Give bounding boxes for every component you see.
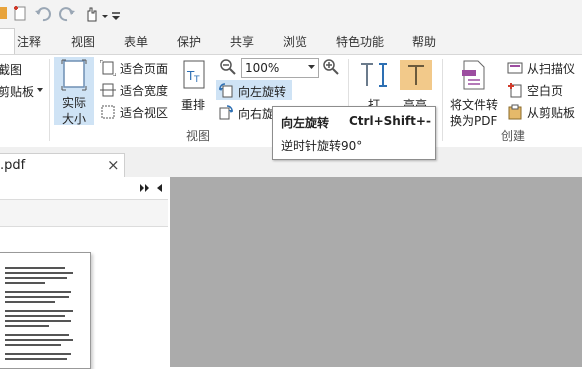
document-view[interactable]: [170, 177, 582, 367]
tab-share[interactable]: 共享: [230, 33, 254, 50]
undo-icon[interactable]: [34, 5, 52, 23]
redo-icon[interactable]: [58, 5, 76, 23]
group-separator: [442, 59, 443, 141]
thumbnail-text-line: [5, 358, 67, 360]
rotate-left-label: 向左旋转: [238, 85, 287, 99]
fit-page-label: 适合页面: [120, 62, 169, 76]
thumbnail-text-line: [5, 334, 69, 336]
thumbnail-text-line: [5, 291, 71, 293]
fit-width-button[interactable]: 适合宽度: [100, 81, 172, 99]
tab-features[interactable]: 特色功能: [336, 33, 384, 50]
view-group-label: 视图: [186, 129, 211, 143]
from-clipboard-label: 从剪贴板: [527, 106, 576, 120]
reflow-icon: T T: [183, 60, 205, 89]
thumbnail-text-line: [5, 315, 65, 317]
create-group-label: 创建: [501, 129, 526, 143]
thumbnail-text-line: [5, 339, 73, 341]
close-icon[interactable]: ×: [107, 156, 120, 174]
thumbnail-text-line: [5, 344, 61, 346]
group-separator: [49, 59, 50, 141]
chevron-down-icon: [308, 65, 315, 69]
ribbon-tab-bar: 注释 视图 表单 保护 共享 浏览 特色功能 帮助: [0, 28, 582, 55]
zoom-out-icon[interactable]: [219, 58, 237, 76]
thumbnail-text-line: [5, 320, 71, 322]
thumbnail-text-line: [5, 301, 55, 303]
fit-visible-button[interactable]: 适合视区: [100, 103, 172, 121]
zoom-value: 100%: [245, 61, 280, 75]
tooltip-shortcut: Ctrl+Shift+-: [349, 114, 431, 128]
from-scanner-label: 从扫描仪: [527, 62, 576, 76]
navigation-pane: [0, 177, 171, 369]
text-t-icon: [408, 65, 424, 85]
new-document-icon[interactable]: [12, 5, 28, 23]
blank-page-label: 空白页: [527, 84, 564, 98]
tooltip-description: 逆时针旋转90°: [281, 139, 363, 153]
thumbnail-text-line: [5, 325, 49, 327]
open-file-icon[interactable]: [0, 5, 10, 23]
collapse-pane-icon[interactable]: [154, 182, 164, 194]
from-scanner-button[interactable]: 从扫描仪: [507, 59, 581, 77]
tab-help[interactable]: 帮助: [412, 33, 436, 50]
reflow-label: 重排: [181, 98, 206, 112]
scanner-icon: [507, 62, 523, 74]
clipboard-dropdown-icon[interactable]: [37, 87, 43, 93]
tab-form[interactable]: 表单: [124, 33, 148, 50]
reflow-button[interactable]: T T 重排: [177, 57, 211, 123]
tab-browse[interactable]: 浏览: [283, 33, 307, 50]
tab-file-partial[interactable]: [0, 28, 15, 55]
zoom-select[interactable]: 100%: [241, 58, 319, 78]
highlight-icon: [400, 60, 432, 90]
svg-text:T: T: [193, 75, 200, 85]
thumbnail-text-line: [5, 277, 67, 279]
convert-to-pdf-label-2: 换为PDF: [450, 114, 498, 128]
actual-size-label-1: 实际: [62, 96, 87, 110]
clipboard-button[interactable]: 剪贴板: [0, 83, 34, 100]
fit-width-label: 适合宽度: [120, 84, 169, 98]
convert-to-pdf-button[interactable]: 将文件转 换为PDF: [448, 57, 500, 128]
hand-tool-dropdown-icon[interactable]: [101, 5, 109, 23]
quick-access-toolbar: [0, 0, 582, 28]
blank-page-icon: [508, 83, 522, 98]
document-tab-filename: .pdf: [0, 158, 26, 173]
tooltip-title: 向左旋转: [281, 116, 330, 130]
zoom-in-icon[interactable]: [322, 58, 340, 76]
actual-size-label-2: 大小: [62, 112, 87, 126]
fit-visible-icon: [101, 105, 115, 119]
hand-tool-icon[interactable]: [83, 5, 101, 23]
convert-to-pdf-icon: [462, 60, 485, 90]
fit-page-button[interactable]: 适合页面: [100, 59, 172, 77]
thumbnail-text-line: [5, 272, 73, 274]
document-tab[interactable]: .pdf ×: [0, 153, 125, 178]
blank-page-button[interactable]: 空白页: [507, 81, 581, 99]
rotate-left-icon: [219, 83, 233, 98]
expand-pane-icon[interactable]: [139, 182, 151, 194]
clipboard-icon: [508, 104, 522, 120]
tab-view[interactable]: 视图: [71, 33, 95, 50]
customize-qat-icon[interactable]: [111, 5, 121, 23]
actual-size-icon: [61, 59, 87, 91]
tab-comment[interactable]: 注释: [17, 33, 41, 50]
snapshot-button[interactable]: 截图: [0, 61, 22, 78]
convert-to-pdf-label-1: 将文件转: [450, 98, 499, 112]
rotate-left-button[interactable]: 向左旋转: [216, 80, 292, 100]
rotate-left-tooltip: 向左旋转 Ctrl+Shift+- 逆时针旋转90°: [272, 106, 436, 160]
tab-protect[interactable]: 保护: [177, 33, 201, 50]
from-clipboard-button[interactable]: 从剪贴板: [507, 103, 581, 121]
fit-page-icon: [100, 60, 116, 76]
fit-visible-label: 适合视区: [120, 106, 169, 120]
thumbnail-text-line: [5, 310, 73, 312]
thumbnail-text-line: [5, 353, 71, 355]
thumbnail-text-line: [5, 267, 65, 269]
typewriter-icon: [361, 63, 387, 87]
page-thumbnail[interactable]: [0, 252, 91, 369]
rotate-right-icon: [219, 105, 233, 120]
thumbnail-text-line: [5, 282, 45, 284]
fit-width-icon: [100, 83, 116, 97]
pane-toolbar: [0, 200, 168, 227]
thumbnail-text-line: [5, 296, 69, 298]
actual-size-button[interactable]: 实际 大小: [54, 57, 94, 126]
